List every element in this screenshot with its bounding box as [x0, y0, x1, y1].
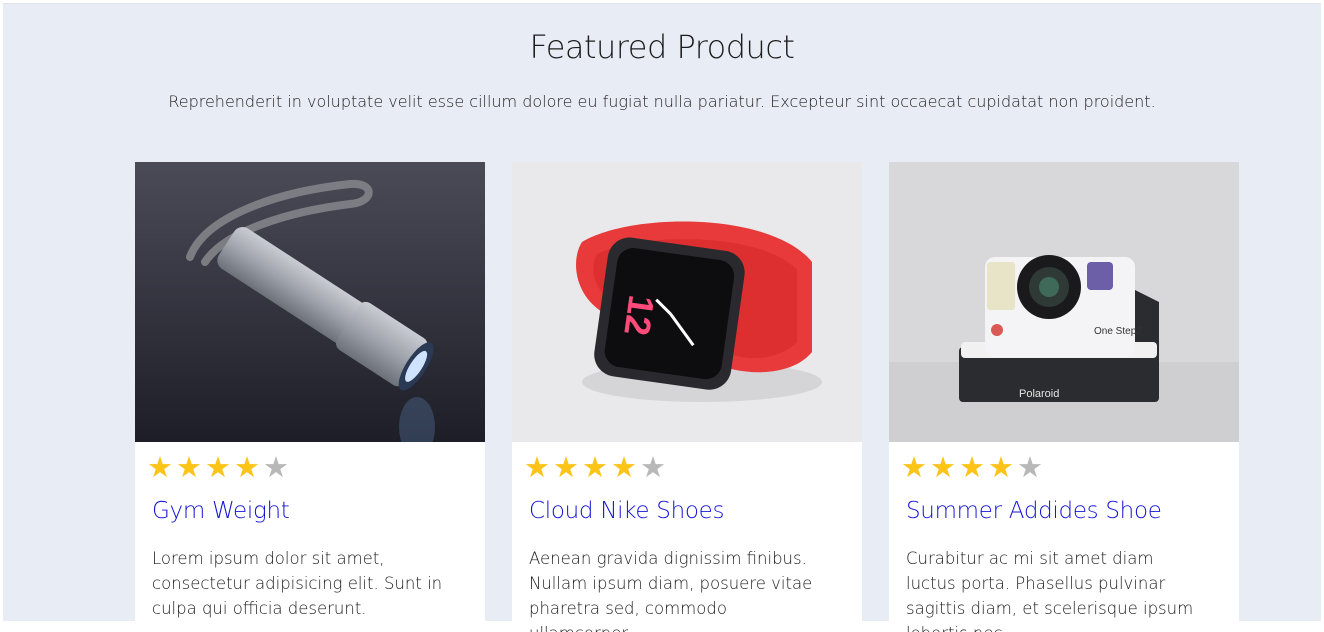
svg-text:One Step2: One Step2	[1094, 326, 1142, 337]
star-filled-icon: ★	[959, 452, 985, 484]
flashlight-image	[135, 162, 485, 442]
svg-text:12: 12	[616, 293, 662, 338]
star-filled-icon: ★	[205, 452, 231, 484]
star-empty-icon: ★	[263, 452, 289, 484]
rating-stars: ★ ★ ★ ★ ★	[901, 454, 1043, 483]
smartwatch-image: 12	[512, 162, 862, 442]
section-subtitle: Reprehenderit in voluptate velit esse ci…	[168, 92, 1156, 111]
star-filled-icon: ★	[147, 452, 173, 484]
product-title-link[interactable]: Gym Weight	[152, 498, 290, 524]
product-image[interactable]	[135, 162, 485, 442]
product-description: Curabitur ac mi sit amet diam luctus por…	[906, 549, 1194, 632]
star-empty-icon: ★	[1017, 452, 1043, 484]
product-title-link[interactable]: Cloud Nike Shoes	[529, 498, 724, 524]
star-filled-icon: ★	[176, 452, 202, 484]
product-image[interactable]: 12	[512, 162, 862, 442]
svg-text:Polaroid: Polaroid	[1019, 388, 1059, 400]
star-filled-icon: ★	[524, 452, 550, 484]
instant-camera-image: One Step2 Polaroid	[889, 162, 1239, 442]
product-description: Aenean gravida dignissim finibus. Nullam…	[529, 549, 813, 632]
rating-stars: ★ ★ ★ ★ ★	[524, 454, 666, 483]
product-card: ★ ★ ★ ★ ★ Gym Weight Lorem ipsum dolor s…	[135, 162, 485, 632]
product-card: One Step2 Polaroid ★ ★ ★ ★ ★ Summer Addi…	[889, 162, 1239, 632]
product-description: Lorem ipsum dolor sit amet, consectetur …	[152, 549, 443, 618]
rating-stars: ★ ★ ★ ★ ★	[147, 454, 289, 483]
product-title-link[interactable]: Summer Addides Shoe	[906, 498, 1162, 524]
star-filled-icon: ★	[611, 452, 637, 484]
star-filled-icon: ★	[234, 452, 260, 484]
star-filled-icon: ★	[553, 452, 579, 484]
star-empty-icon: ★	[640, 452, 666, 484]
featured-product-section: Featured Product Reprehenderit in volupt…	[3, 3, 1321, 632]
section-title: Featured Product	[529, 28, 795, 66]
star-filled-icon: ★	[930, 452, 956, 484]
star-filled-icon: ★	[582, 452, 608, 484]
star-filled-icon: ★	[988, 452, 1014, 484]
product-card: 12 ★ ★ ★ ★ ★ Cloud Nike Shoes Aenean gra…	[512, 162, 862, 632]
product-image[interactable]: One Step2 Polaroid	[889, 162, 1239, 442]
star-filled-icon: ★	[901, 452, 927, 484]
